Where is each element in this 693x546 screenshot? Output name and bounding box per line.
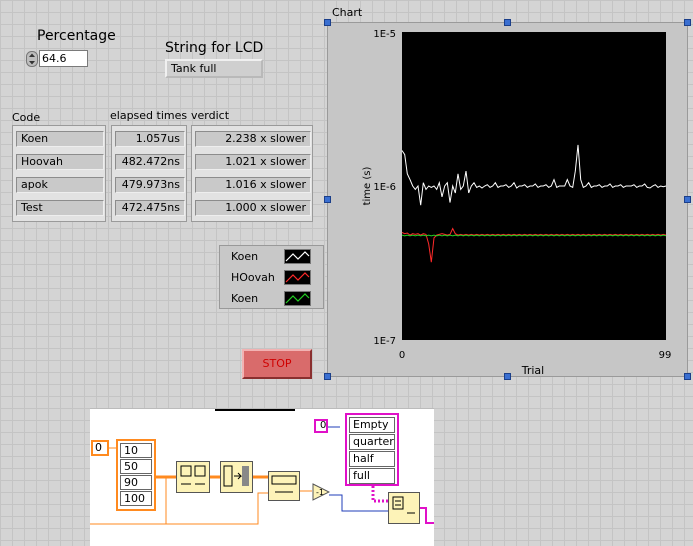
block-diagram: 0 10 50 90 100 -1 0 Empty quarter half f…	[90, 408, 434, 546]
table-row: 1.016 x slower	[192, 174, 314, 196]
index-function-icon	[392, 496, 415, 514]
waveform-chart[interactable]: 1E-5 1E-6 1E-7 0 99 Trial time (s)	[327, 22, 688, 377]
svg-text:-1: -1	[316, 488, 324, 497]
decrement-node[interactable]: -1	[312, 483, 331, 501]
legend-swatch	[284, 249, 311, 264]
array-element: 90	[120, 475, 152, 490]
numeric-array-constant[interactable]: 10 50 90 100	[116, 439, 156, 511]
percentage-input[interactable]: 64.6	[39, 50, 88, 67]
increment-decrement-arrows[interactable]	[26, 51, 38, 67]
line-sample-icon	[285, 272, 310, 283]
x-tick-start: 0	[399, 350, 405, 361]
array-element: 100	[120, 491, 152, 506]
minus-one-icon: -1	[312, 483, 331, 501]
table-row: 2.238 x slower	[192, 128, 314, 150]
resize-handle[interactable]	[684, 373, 691, 380]
y-tick-bottom: 1E-7	[373, 336, 396, 347]
table-row: 1.000 x slower	[192, 197, 314, 219]
y-axis-title: time (s)	[362, 167, 373, 206]
legend-entry-koen[interactable]: Koen	[220, 246, 323, 267]
plot-legend[interactable]: Koen HOovah Koen	[219, 245, 324, 309]
verdict-array: 2.238 x slower 1.021 x slower 1.016 x sl…	[191, 125, 313, 222]
legend-label: Koen	[231, 292, 259, 305]
lcd-string-label: String for LCD	[165, 40, 264, 56]
table-row: 1.021 x slower	[192, 151, 314, 173]
array-element: half	[349, 451, 395, 467]
table-row: 479.973ns	[112, 174, 188, 196]
verdict-cell: 1.021 x slower	[195, 154, 311, 170]
code-cell: apok	[16, 177, 104, 193]
elapsed-times-header: elapsed times	[110, 109, 188, 122]
index-array-node[interactable]	[388, 492, 420, 524]
array-element: full	[349, 468, 395, 484]
string-array-constant[interactable]: Empty quarter half full	[345, 413, 399, 486]
array-element: quarter	[349, 434, 395, 450]
legend-label: Koen	[231, 250, 259, 263]
elapsed-cell: 479.973ns	[115, 177, 185, 193]
table-row: 482.472ns	[112, 151, 188, 173]
array-element: Empty	[349, 417, 395, 433]
array-element: 50	[120, 459, 152, 474]
table-row: Koen	[13, 128, 107, 150]
resize-handle[interactable]	[504, 373, 511, 380]
elapsed-cell: 1.057us	[115, 131, 185, 147]
lcd-string-indicator: Tank full	[165, 59, 263, 78]
spinner-icon	[26, 51, 38, 67]
line-sample-icon	[285, 293, 310, 304]
elapsed-array: 1.057us 482.472ns 479.973ns 472.475ns	[111, 125, 187, 222]
search-array-node[interactable]	[268, 471, 300, 501]
elapsed-cell: 482.472ns	[115, 154, 185, 170]
index-constant[interactable]: 0	[314, 419, 328, 433]
verdict-cell: 1.000 x slower	[195, 200, 311, 216]
legend-entry-hoovah[interactable]: HOovah	[220, 267, 323, 288]
y-tick-top: 1E-5	[373, 29, 396, 40]
search-function-icon	[271, 475, 297, 493]
code-header: Code	[12, 111, 41, 124]
stop-button[interactable]: STOP	[242, 349, 312, 379]
code-cell: Test	[16, 200, 104, 216]
array-function-icon	[180, 465, 206, 485]
resize-handle[interactable]	[324, 373, 331, 380]
legend-swatch	[284, 270, 311, 285]
chart-label: Chart	[332, 6, 363, 19]
legend-label: HOovah	[231, 271, 275, 284]
x-axis-title: Trial	[521, 364, 544, 376]
series-line-koen-2	[401, 234, 667, 237]
legend-swatch	[284, 291, 311, 306]
x-tick-end: 99	[659, 350, 672, 361]
resize-handle[interactable]	[324, 196, 331, 203]
build-array-node[interactable]	[176, 461, 210, 493]
chart-svg: 1E-5 1E-6 1E-7 0 99 Trial time (s)	[362, 29, 672, 376]
constant-value: 0	[95, 441, 102, 454]
y-tick-mid: 1E-6	[373, 182, 396, 193]
array-element: 10	[120, 443, 152, 458]
table-row: apok	[13, 174, 107, 196]
code-array: Koen Hoovah apok Test	[12, 125, 106, 222]
percentage-label: Percentage	[37, 28, 116, 44]
code-cell: Koen	[16, 131, 104, 147]
sort-function-icon	[223, 465, 249, 487]
verdict-cell: 2.238 x slower	[195, 131, 311, 147]
sort-array-node[interactable]	[220, 461, 253, 493]
code-cell: Hoovah	[16, 154, 104, 170]
constant-value: 0	[320, 420, 327, 431]
resize-handle[interactable]	[684, 19, 691, 26]
verdict-header: verdict	[191, 109, 230, 122]
table-row: 1.057us	[112, 128, 188, 150]
table-row: 472.475ns	[112, 197, 188, 219]
verdict-cell: 1.016 x slower	[195, 177, 311, 193]
legend-entry-koen-2[interactable]: Koen	[220, 288, 323, 309]
resize-handle[interactable]	[324, 19, 331, 26]
table-row: Hoovah	[13, 151, 107, 173]
resize-handle[interactable]	[504, 19, 511, 26]
line-sample-icon	[285, 251, 310, 262]
elapsed-cell: 472.475ns	[115, 200, 185, 216]
constant-zero[interactable]: 0	[91, 440, 109, 456]
resize-handle[interactable]	[684, 196, 691, 203]
table-row: Test	[13, 197, 107, 219]
